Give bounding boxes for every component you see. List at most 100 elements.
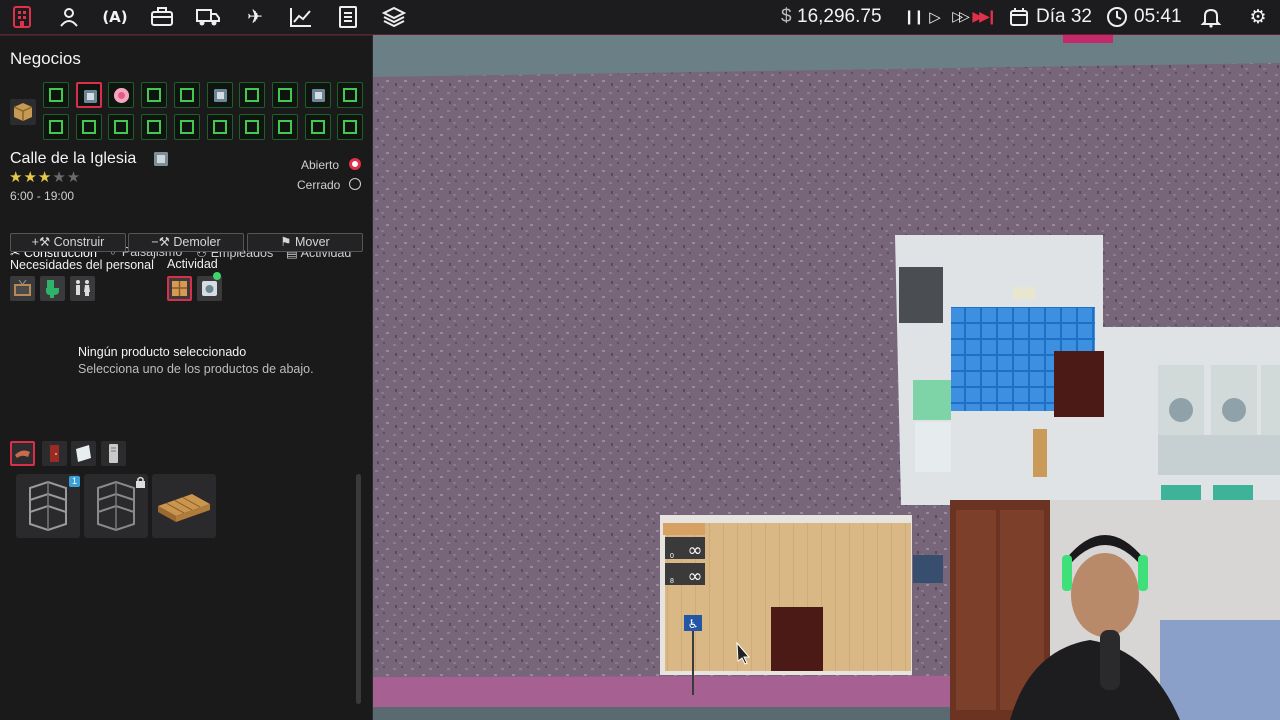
- store-icon: [49, 120, 63, 134]
- lock-icon: [135, 475, 146, 488]
- store-icon: [277, 120, 292, 134]
- fast-forward-icon[interactable]: ▷▷: [946, 4, 972, 30]
- category-door-icon[interactable]: [42, 441, 67, 466]
- business-slot-16[interactable]: [206, 114, 233, 140]
- product-shelf-locked[interactable]: [84, 474, 148, 538]
- business-slot-6[interactable]: [206, 82, 233, 108]
- store-icon: [147, 120, 162, 134]
- bell-icon[interactable]: [1198, 4, 1224, 30]
- business-slot-9[interactable]: [304, 82, 331, 108]
- briefcase-icon[interactable]: [149, 4, 175, 30]
- empty-title: Ningún producto seleccionado: [78, 345, 247, 359]
- store-icon: [245, 88, 260, 102]
- move-label: Mover: [294, 235, 330, 249]
- business-slot-1[interactable]: [43, 82, 69, 108]
- svg-text:∞: ∞: [688, 566, 703, 587]
- business-slot-8[interactable]: [271, 82, 298, 108]
- store-icon: [212, 120, 227, 134]
- business-slot-3[interactable]: [108, 82, 135, 108]
- demolish-icon: −⚒: [151, 235, 170, 249]
- store-icon: [179, 88, 194, 102]
- calendar-icon: [1006, 4, 1032, 30]
- stock-count-b: 8: [670, 578, 674, 585]
- product-pallet[interactable]: [152, 474, 216, 538]
- store-icon: [49, 88, 63, 102]
- business-slot-10[interactable]: [337, 82, 364, 108]
- layers-icon[interactable]: [381, 4, 407, 30]
- business-slot-19[interactable]: [304, 114, 331, 140]
- category-tile-icon[interactable]: [71, 441, 96, 466]
- washer-icon: [83, 90, 97, 103]
- business-slot-7[interactable]: [239, 82, 266, 108]
- category-sofa-icon[interactable]: [10, 441, 35, 466]
- business-slot-12[interactable]: [75, 114, 102, 140]
- chart-icon[interactable]: [288, 4, 314, 30]
- svg-text:♿: ♿: [688, 617, 699, 631]
- play-icon[interactable]: ▷: [922, 4, 948, 30]
- business-slot-11[interactable]: [43, 114, 69, 140]
- activity-label: Actividad: [167, 257, 218, 271]
- shelf-activity-icon[interactable]: [167, 276, 192, 301]
- business-slot-14[interactable]: [141, 114, 168, 140]
- product-badge: 1: [69, 476, 80, 487]
- business-slot-4[interactable]: [141, 82, 168, 108]
- business-slot-13[interactable]: [108, 114, 135, 140]
- top-bar: (A) ✈ $ 16,296.75 ❙❙ ▷ ▷▷ ▶▶❙ Día 32 05:…: [0, 0, 1280, 35]
- store-icon: [114, 120, 129, 134]
- store-icon: [310, 120, 325, 134]
- open-radio[interactable]: [349, 158, 361, 170]
- donut-icon: [114, 88, 130, 103]
- business-panel: Negocios Calle de la Iglesia ★★★★★ 6:00 …: [0, 36, 372, 720]
- business-slot-20[interactable]: [337, 114, 364, 140]
- time-display: 05:41: [1134, 6, 1182, 27]
- move-button[interactable]: ⚑ Mover: [247, 233, 363, 252]
- store-icon: [343, 88, 358, 102]
- marketing-icon[interactable]: (A): [102, 4, 128, 30]
- box-icon[interactable]: [10, 99, 36, 125]
- business-slot-18[interactable]: [271, 114, 298, 140]
- panel-title: Negocios: [10, 49, 81, 68]
- hire-icon[interactable]: [56, 4, 82, 30]
- day-display: Día 32: [1036, 6, 1092, 27]
- webcam-overlay: [950, 500, 1280, 720]
- move-icon: ⚑: [280, 235, 292, 249]
- svg-text:∞: ∞: [688, 540, 703, 561]
- business-slot-17[interactable]: [239, 114, 266, 140]
- store-icon: [343, 120, 358, 134]
- airplane-icon[interactable]: ✈: [242, 4, 268, 30]
- vehicle-icon[interactable]: [195, 4, 221, 30]
- business-icon[interactable]: [9, 4, 35, 30]
- activity-status-dot: [213, 272, 221, 280]
- restroom-need-icon[interactable]: [70, 276, 95, 301]
- pallet-icon: [158, 494, 210, 522]
- business-hours: 6:00 - 19:00: [10, 189, 75, 203]
- business-slot-5[interactable]: [173, 82, 200, 108]
- clock-icon: [1104, 4, 1130, 30]
- gear-icon[interactable]: ⚙: [1245, 4, 1271, 30]
- tv-need-icon[interactable]: [10, 276, 35, 301]
- store-icon: [245, 120, 260, 134]
- stock-count-a: 0: [670, 553, 674, 560]
- business-name: Calle de la Iglesia: [10, 150, 137, 167]
- build-icon: +⚒: [31, 235, 51, 249]
- washer-icon: [213, 89, 227, 102]
- closed-radio[interactable]: [349, 178, 361, 190]
- open-label: Abierto: [301, 158, 340, 172]
- store-icon: [81, 120, 96, 134]
- panel-scrollbar[interactable]: [356, 474, 361, 704]
- category-locker-icon[interactable]: [101, 441, 126, 466]
- business-slot-15[interactable]: [173, 114, 200, 140]
- ultra-speed-icon[interactable]: ▶▶❙: [970, 4, 997, 30]
- build-button[interactable]: +⚒ Construir: [10, 233, 126, 252]
- store-icon: [179, 120, 194, 134]
- demolish-label: Demoler: [173, 235, 221, 249]
- build-label: Construir: [53, 235, 105, 249]
- document-icon[interactable]: [335, 4, 361, 30]
- money-symbol: $: [781, 6, 792, 27]
- store-icon: [277, 88, 292, 102]
- demolish-button[interactable]: −⚒ Demoler: [128, 233, 244, 252]
- empty-subtitle: Selecciona uno de los productos de abajo…: [78, 362, 314, 376]
- toilet-need-icon[interactable]: [40, 276, 65, 301]
- product-shelf[interactable]: 1: [16, 474, 80, 538]
- business-slot-2[interactable]: [75, 82, 102, 108]
